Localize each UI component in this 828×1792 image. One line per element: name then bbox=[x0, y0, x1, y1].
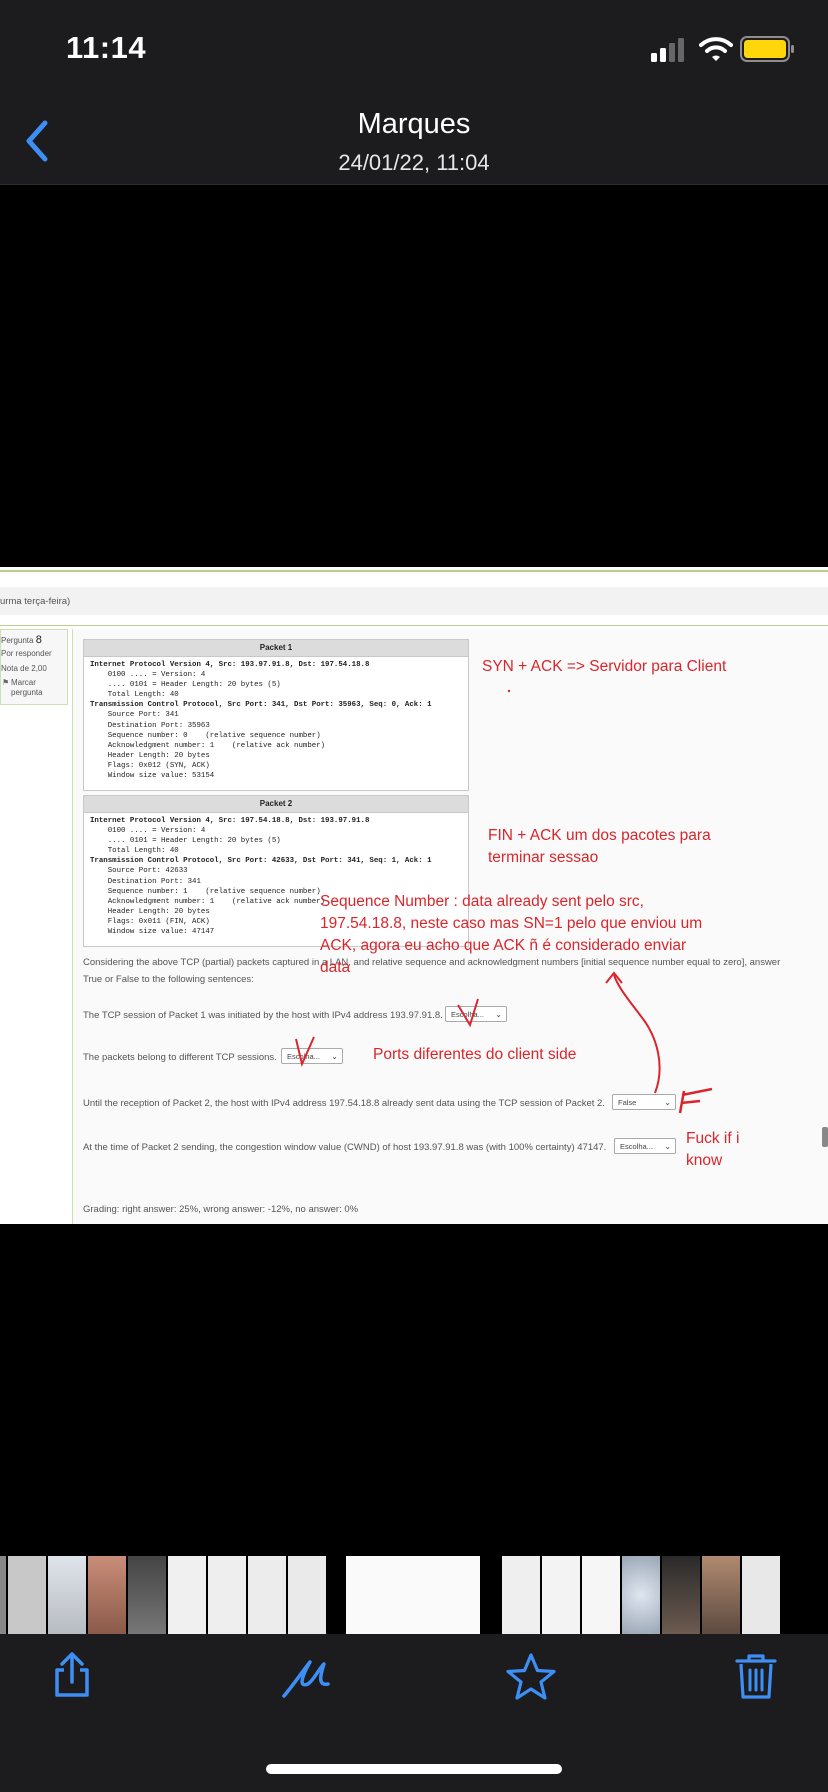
thumbnail[interactable] bbox=[168, 1556, 206, 1634]
thumbnail[interactable] bbox=[288, 1556, 326, 1634]
annotation-strokes bbox=[295, 689, 713, 1114]
trash-icon[interactable] bbox=[734, 1652, 778, 1700]
battery-icon bbox=[740, 36, 794, 62]
photo-title: Marques bbox=[357, 108, 471, 140]
wifi-icon bbox=[699, 37, 733, 61]
favorite-star-icon[interactable] bbox=[504, 1652, 558, 1702]
check-mark bbox=[457, 998, 479, 1028]
thumbnail[interactable] bbox=[128, 1556, 166, 1634]
status-time: 11:14 bbox=[66, 30, 147, 65]
thumbnail[interactable] bbox=[502, 1556, 540, 1634]
check-mark bbox=[295, 1036, 315, 1068]
arrow-head bbox=[605, 971, 623, 984]
home-indicator[interactable] bbox=[266, 1764, 562, 1774]
thumbnail[interactable] bbox=[88, 1556, 126, 1634]
thumbnail[interactable] bbox=[542, 1556, 580, 1634]
thumbnail[interactable] bbox=[662, 1556, 700, 1634]
thumbnail-selected[interactable] bbox=[346, 1556, 480, 1634]
photo-date: 24/01/22, 11:04 bbox=[338, 150, 490, 175]
photo-content[interactable]: urma terça-feira) Pergunta 8 Por respond… bbox=[0, 567, 828, 1224]
share-icon[interactable] bbox=[52, 1652, 92, 1698]
thumbnail[interactable] bbox=[0, 1556, 6, 1634]
f-mark bbox=[678, 1087, 713, 1114]
markup-icon[interactable] bbox=[280, 1654, 334, 1700]
thumbnail[interactable] bbox=[622, 1556, 660, 1634]
thumbnail[interactable] bbox=[582, 1556, 620, 1634]
cellular-signal-icon bbox=[651, 38, 684, 62]
thumbnail-strip[interactable] bbox=[0, 1556, 828, 1634]
thumbnail[interactable] bbox=[8, 1556, 46, 1634]
arrow-curve bbox=[613, 974, 661, 1094]
thumbnail[interactable] bbox=[48, 1556, 86, 1634]
thumbnail[interactable] bbox=[702, 1556, 740, 1634]
thumbnail[interactable] bbox=[742, 1556, 780, 1634]
thumbnail[interactable] bbox=[248, 1556, 286, 1634]
thumbnail[interactable] bbox=[208, 1556, 246, 1634]
annotation-dot bbox=[507, 689, 511, 693]
